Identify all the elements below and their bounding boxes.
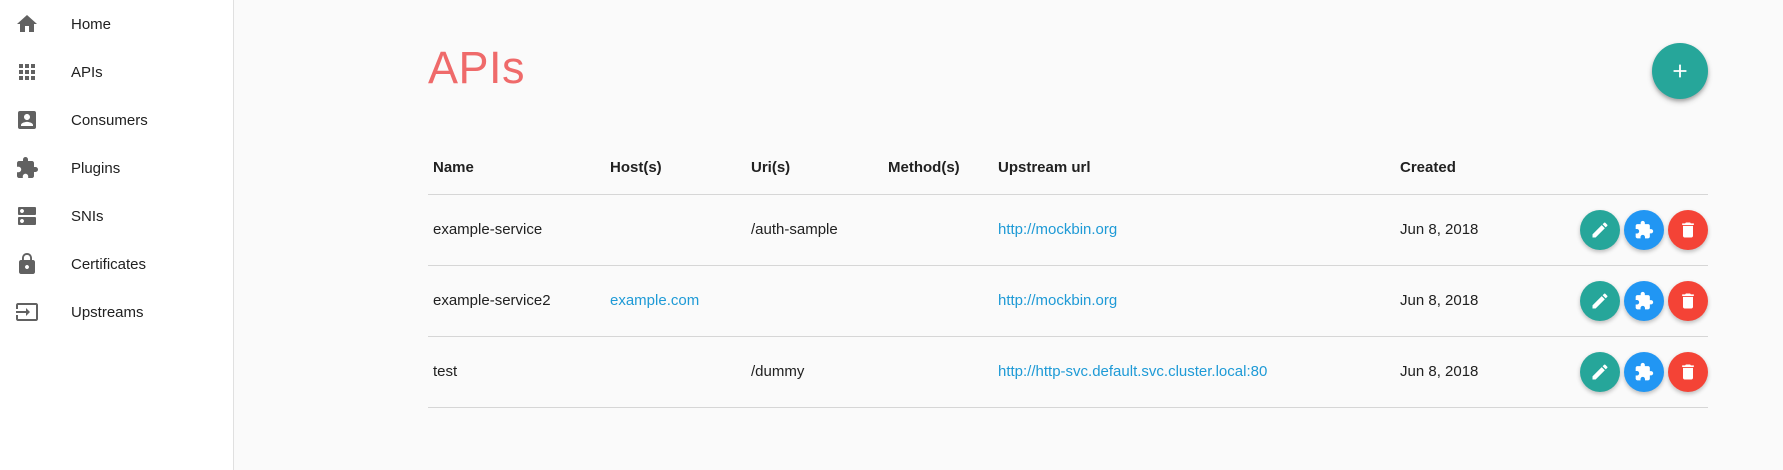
delete-button[interactable] bbox=[1668, 280, 1708, 321]
cell-upstream: http://mockbin.org bbox=[993, 265, 1395, 337]
cell-name: example-service bbox=[428, 194, 605, 266]
sidebar-item-label: Consumers bbox=[71, 111, 148, 129]
plus-icon bbox=[1669, 60, 1691, 82]
pencil-icon bbox=[1590, 220, 1610, 240]
table-row: example-service2 example.com http://mock… bbox=[428, 265, 1708, 337]
plugins-button[interactable] bbox=[1624, 209, 1664, 250]
table-row: example-service /auth-sample http://mock… bbox=[428, 194, 1708, 266]
account-box-icon bbox=[15, 108, 39, 132]
sidebar-item-home[interactable]: Home bbox=[0, 0, 233, 48]
cell-created: Jun 8, 2018 bbox=[1395, 194, 1545, 266]
lock-icon bbox=[15, 252, 39, 276]
edit-button[interactable] bbox=[1580, 209, 1620, 250]
puzzle-icon bbox=[15, 156, 39, 180]
cell-created: Jun 8, 2018 bbox=[1395, 336, 1545, 408]
home-icon bbox=[15, 12, 39, 36]
column-header-actions bbox=[1545, 142, 1708, 195]
cell-methods bbox=[883, 265, 993, 337]
host-link[interactable]: example.com bbox=[610, 292, 699, 309]
sidebar-item-label: Plugins bbox=[71, 159, 121, 177]
trash-icon bbox=[1678, 362, 1698, 382]
column-header-methods[interactable]: Method(s) bbox=[883, 142, 993, 195]
table-row: test /dummy http://http-svc.default.svc.… bbox=[428, 336, 1708, 408]
pencil-icon bbox=[1590, 291, 1610, 311]
cell-upstream: http://http-svc.default.svc.cluster.loca… bbox=[993, 336, 1395, 408]
cell-name: example-service2 bbox=[428, 265, 605, 337]
cell-hosts bbox=[605, 194, 746, 266]
plugins-button[interactable] bbox=[1624, 351, 1664, 392]
edit-button[interactable] bbox=[1580, 351, 1620, 392]
apps-grid-icon bbox=[15, 60, 39, 84]
sidebar-item-label: Certificates bbox=[71, 255, 147, 273]
cell-created: Jun 8, 2018 bbox=[1395, 265, 1545, 337]
puzzle-icon bbox=[1634, 291, 1654, 311]
column-header-name[interactable]: Name bbox=[428, 142, 605, 195]
sidebar-item-label: Upstreams bbox=[71, 303, 144, 321]
upstream-link[interactable]: http://mockbin.org bbox=[998, 292, 1117, 309]
puzzle-icon bbox=[1634, 220, 1654, 240]
sidebar-item-apis[interactable]: APIs bbox=[0, 48, 233, 96]
column-header-upstream[interactable]: Upstream url bbox=[993, 142, 1395, 195]
plugins-button[interactable] bbox=[1624, 280, 1664, 321]
main-content: APIs Name Host(s) Uri(s) Method(s) Upstr… bbox=[235, 0, 1783, 470]
trash-icon bbox=[1678, 291, 1698, 311]
cell-uris: /dummy bbox=[746, 336, 883, 408]
cell-uris: /auth-sample bbox=[746, 194, 883, 266]
cell-actions bbox=[1545, 336, 1708, 408]
sidebar-item-consumers[interactable]: Consumers bbox=[0, 96, 233, 144]
sidebar-item-certificates[interactable]: Certificates bbox=[0, 240, 233, 288]
upstream-link[interactable]: http://http-svc.default.svc.cluster.loca… bbox=[998, 363, 1267, 380]
sidebar-item-plugins[interactable]: Plugins bbox=[0, 144, 233, 192]
delete-button[interactable] bbox=[1668, 351, 1708, 392]
delete-button[interactable] bbox=[1668, 209, 1708, 250]
input-icon bbox=[15, 300, 39, 324]
puzzle-icon bbox=[1634, 362, 1654, 382]
cell-hosts: example.com bbox=[605, 265, 746, 337]
cell-name: test bbox=[428, 336, 605, 408]
page-title: APIs bbox=[428, 42, 526, 93]
cell-methods bbox=[883, 336, 993, 408]
add-api-button[interactable] bbox=[1652, 43, 1708, 99]
edit-button[interactable] bbox=[1580, 280, 1620, 321]
cell-uris bbox=[746, 265, 883, 337]
upstream-link[interactable]: http://mockbin.org bbox=[998, 221, 1117, 238]
table-header-row: Name Host(s) Uri(s) Method(s) Upstream u… bbox=[428, 142, 1708, 195]
sidebar-item-label: APIs bbox=[71, 63, 103, 81]
trash-icon bbox=[1678, 220, 1698, 240]
sidebar: Home APIs Consumers Plugins SNIs Certifi… bbox=[0, 0, 234, 470]
server-icon bbox=[15, 204, 39, 228]
sidebar-item-label: SNIs bbox=[71, 207, 104, 225]
pencil-icon bbox=[1590, 362, 1610, 382]
sidebar-item-snis[interactable]: SNIs bbox=[0, 192, 233, 240]
column-header-uris[interactable]: Uri(s) bbox=[746, 142, 883, 195]
column-header-created[interactable]: Created bbox=[1395, 142, 1545, 195]
cell-actions bbox=[1545, 265, 1708, 337]
cell-hosts bbox=[605, 336, 746, 408]
sidebar-item-label: Home bbox=[71, 15, 112, 33]
apis-table: Name Host(s) Uri(s) Method(s) Upstream u… bbox=[428, 142, 1708, 408]
cell-upstream: http://mockbin.org bbox=[993, 194, 1395, 266]
cell-actions bbox=[1545, 194, 1708, 266]
sidebar-item-upstreams[interactable]: Upstreams bbox=[0, 288, 233, 336]
column-header-hosts[interactable]: Host(s) bbox=[605, 142, 746, 195]
cell-methods bbox=[883, 194, 993, 266]
